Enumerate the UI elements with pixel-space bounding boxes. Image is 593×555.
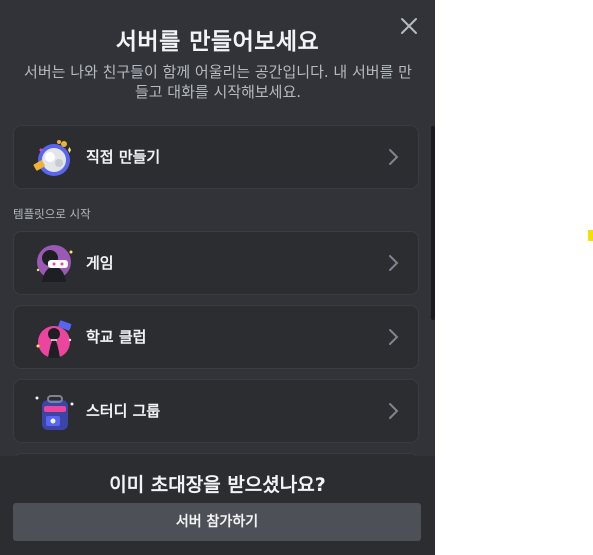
chevron-right-icon bbox=[388, 254, 400, 272]
create-own-option[interactable]: 직접 만들기 bbox=[13, 125, 419, 189]
create-server-modal: 서버를 만들어보세요 서버는 나와 친구들이 함께 어울리는 공간입니다. 내 … bbox=[0, 0, 435, 555]
template-school-club-option[interactable]: 학교 클럽 bbox=[13, 305, 419, 369]
join-server-footer: 이미 초대장을 받으셨나요? 서버 참가하기 bbox=[0, 456, 435, 555]
template-gaming-label: 게임 bbox=[86, 254, 114, 272]
chevron-right-icon bbox=[388, 402, 400, 420]
chevron-right-icon bbox=[388, 328, 400, 346]
modal-subtitle: 서버는 나와 친구들이 함께 어울리는 공간입니다. 내 서버를 만들고 대화를… bbox=[24, 63, 412, 101]
template-gaming-option[interactable]: 게임 bbox=[13, 231, 419, 295]
background-marker bbox=[588, 230, 593, 241]
template-school-club-label: 학교 클럽 bbox=[86, 328, 147, 346]
modal-title: 서버를 만들어보세요 bbox=[115, 29, 320, 55]
create-own-label: 직접 만들기 bbox=[86, 148, 161, 166]
templates-section-label: 템플릿으로 시작 bbox=[13, 207, 91, 221]
footer-title: 이미 초대장을 받으셨나요? bbox=[109, 474, 326, 496]
scrollbar[interactable] bbox=[431, 126, 435, 320]
gaming-icon bbox=[32, 242, 76, 286]
template-study-group-label: 스터디 그룹 bbox=[86, 402, 161, 420]
create-server-icon bbox=[32, 136, 76, 180]
chevron-right-icon bbox=[388, 148, 400, 166]
template-study-group-option[interactable]: 스터디 그룹 bbox=[13, 379, 419, 443]
join-server-button[interactable]: 서버 참가하기 bbox=[13, 503, 421, 541]
school-club-icon bbox=[32, 316, 76, 360]
study-group-icon bbox=[32, 390, 76, 434]
